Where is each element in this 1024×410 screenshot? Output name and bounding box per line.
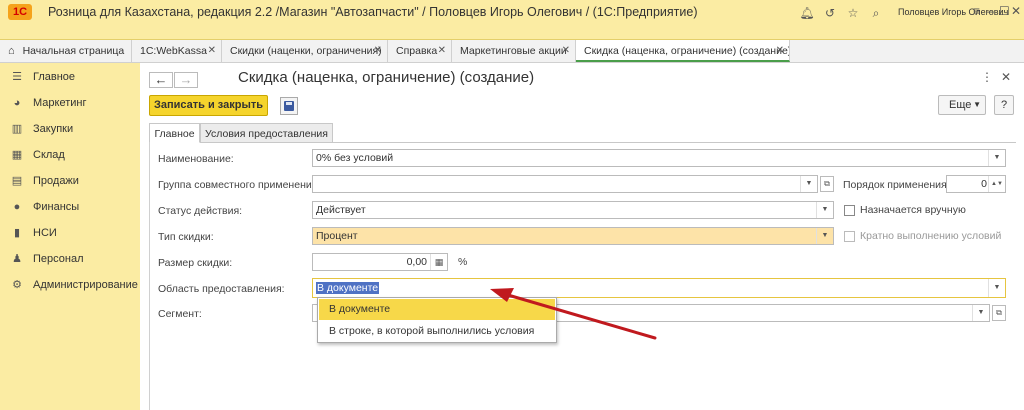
annotation-arrow xyxy=(490,288,657,340)
arrow-shaft xyxy=(506,293,657,340)
arrow-head xyxy=(490,288,514,302)
